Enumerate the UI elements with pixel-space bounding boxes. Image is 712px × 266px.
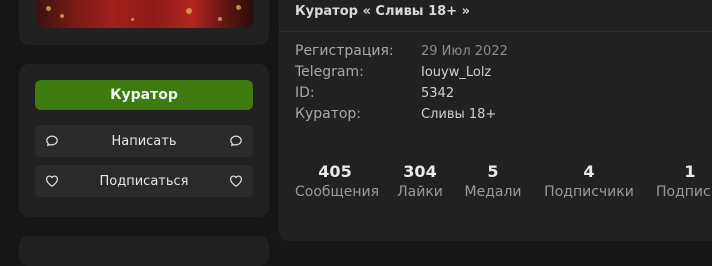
heart-icon — [229, 175, 243, 187]
curator-section-link[interactable]: Сливы 18+ — [421, 107, 496, 122]
chat-bubble-icon — [230, 135, 242, 147]
follow-label: Подписаться — [99, 173, 189, 189]
stat-label: Сообщения — [295, 184, 380, 200]
profile-actions-card: Куратор Написать Подписаться — [19, 64, 269, 217]
divider — [279, 31, 712, 32]
heart-icon — [45, 175, 59, 187]
info-value: 29 Июл 2022 — [421, 44, 508, 59]
stat-number: 304 — [403, 162, 437, 181]
write-message-button[interactable]: Написать — [35, 125, 253, 157]
stat-messages[interactable]: 405 Сообщения — [295, 162, 380, 202]
avatar-card — [19, 0, 269, 45]
stat-number: 5 — [487, 162, 499, 181]
role-badge-button[interactable]: Куратор — [35, 80, 253, 110]
stat-likes[interactable]: 304 Лайки — [395, 162, 445, 202]
info-value: 5342 — [421, 86, 455, 101]
stat-followers[interactable]: 4 Подписчики — [544, 162, 634, 202]
chat-bubble-icon — [46, 135, 58, 147]
info-key: Куратор: — [295, 106, 362, 122]
stat-number: 4 — [583, 162, 595, 181]
info-key: Telegram: — [295, 64, 364, 80]
follow-button[interactable]: Подписаться — [35, 165, 253, 197]
avatar-image[interactable] — [36, 0, 253, 28]
stat-number: 405 — [318, 162, 352, 181]
stat-following[interactable]: 1 Подписк — [656, 162, 712, 202]
stat-label: Лайки — [397, 184, 443, 200]
telegram-link[interactable]: Iouyw_Lolz — [421, 65, 491, 80]
write-message-label: Написать — [111, 133, 177, 149]
stat-label: Подписчики — [544, 184, 634, 200]
info-key: ID: — [295, 85, 315, 101]
sidebar-next-card — [19, 236, 269, 266]
info-key: Регистрация: — [295, 43, 394, 59]
stat-medals[interactable]: 5 Медали — [463, 162, 523, 202]
stat-label: Подписк — [656, 184, 712, 200]
profile-headline: Куратор « Сливы 18+ » — [295, 4, 470, 19]
stat-number: 1 — [684, 162, 696, 181]
stat-label: Медали — [464, 184, 522, 200]
